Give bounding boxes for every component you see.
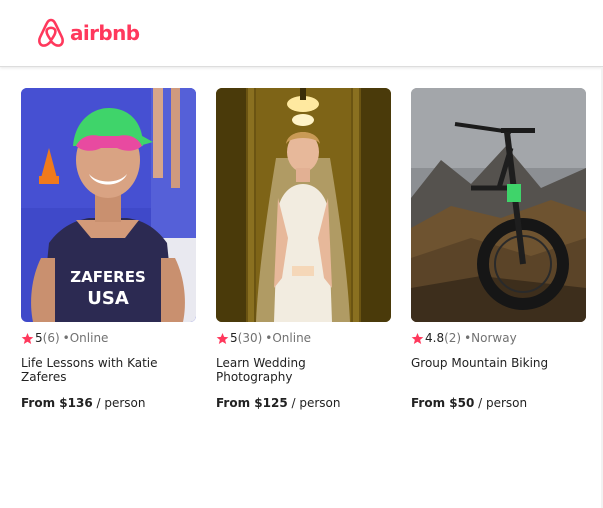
price-line: From $50 / person bbox=[411, 396, 527, 410]
price-unit: / person bbox=[287, 396, 341, 410]
athlete-photo: ZAFERES USA bbox=[21, 88, 196, 322]
separator-dot: • bbox=[62, 331, 70, 345]
experience-card[interactable]: 5 (30) • Online Learn Wedding Photograph… bbox=[216, 88, 391, 410]
star-icon bbox=[411, 332, 424, 344]
price-unit: / person bbox=[92, 396, 146, 410]
rating-value: 5 bbox=[35, 331, 43, 345]
review-count: (6) bbox=[42, 331, 60, 345]
airbnb-wordmark: airbnb bbox=[70, 21, 140, 45]
experience-photo-link[interactable] bbox=[411, 88, 586, 322]
price-line: From $125 / person bbox=[216, 396, 340, 410]
price-line: From $136 / person bbox=[21, 396, 145, 410]
rating-row: 5 (6) • Online bbox=[21, 330, 196, 346]
separator-dot: • bbox=[464, 331, 472, 345]
bride-photo bbox=[216, 88, 391, 322]
price-amount: From $50 bbox=[411, 396, 475, 410]
location-label: Online bbox=[272, 331, 312, 345]
rating-value: 5 bbox=[230, 331, 238, 345]
rating-row: 4.8 (2) • Norway bbox=[411, 330, 586, 346]
location-label: Norway bbox=[471, 331, 517, 345]
jersey-name-text: ZAFERES bbox=[70, 268, 146, 286]
review-count: (30) bbox=[237, 331, 263, 345]
rating-row: 5 (30) • Online bbox=[216, 330, 391, 346]
experience-photo-link[interactable]: ZAFERES USA bbox=[21, 88, 196, 322]
experience-card[interactable]: ZAFERES USA 5 (6) • Online Life Lessons … bbox=[21, 88, 196, 410]
jersey-country-text: USA bbox=[87, 288, 129, 309]
experience-photo-link[interactable] bbox=[216, 88, 391, 322]
star-icon bbox=[216, 332, 229, 344]
experience-title[interactable]: Life Lessons with Katie Zaferes bbox=[21, 356, 181, 384]
price-unit: / person bbox=[474, 396, 528, 410]
mountain-bike-photo bbox=[411, 88, 586, 322]
airbnb-logo-icon bbox=[38, 18, 64, 47]
price-amount: From $125 bbox=[216, 396, 288, 410]
top-bar: airbnb bbox=[0, 0, 603, 67]
experience-title[interactable]: Learn Wedding Photography bbox=[216, 356, 376, 384]
airbnb-logo[interactable]: airbnb bbox=[36, 17, 140, 49]
experience-card[interactable]: 4.8 (2) • Norway Group Mountain Biking F… bbox=[411, 88, 586, 410]
rating-value: 4.8 bbox=[425, 331, 445, 345]
star-icon bbox=[21, 332, 34, 344]
price-amount: From $136 bbox=[21, 396, 93, 410]
experience-title[interactable]: Group Mountain Biking bbox=[411, 356, 571, 370]
separator-dot: • bbox=[265, 331, 273, 345]
location-label: Online bbox=[69, 331, 109, 345]
review-count: (2) bbox=[444, 331, 462, 345]
